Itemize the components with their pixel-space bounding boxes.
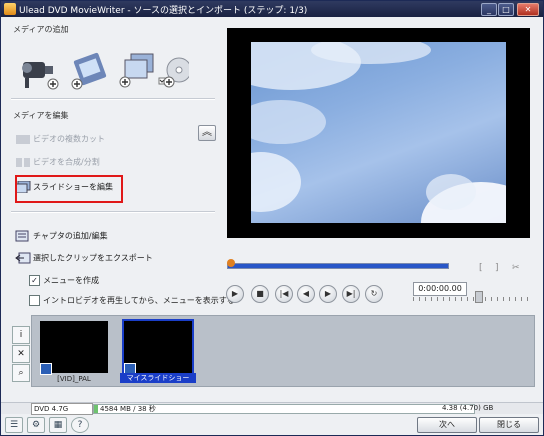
add-edit-chapter-task[interactable]: チャプタの追加/編集 — [15, 230, 108, 244]
play-icon[interactable]: ▶ — [226, 285, 244, 303]
media-edit-title: メディアを編集 — [13, 111, 69, 120]
preview-image — [251, 42, 506, 223]
export-clip-task[interactable]: 選択したクリップをエクスポート — [15, 252, 153, 266]
media-add-title: メディアの追加 — [13, 25, 69, 34]
merge-split-video-task: ビデオを合成/分割 — [15, 156, 100, 170]
bottom-toolbar: ☰ ⚙ ▦ ? 次へ 閉じる — [1, 414, 543, 435]
create-menu-checkbox[interactable]: ✓ メニューを作成 — [29, 275, 99, 286]
disc-add-icon[interactable] — [163, 57, 189, 88]
zoom-icon[interactable]: ⌕ — [12, 364, 30, 382]
video-merge-icon — [15, 156, 31, 168]
repeat-icon[interactable]: ↻ — [365, 285, 383, 303]
strip-side-toolbar: i ✕ ⌕ — [12, 326, 30, 382]
maximize-button[interactable]: □ — [498, 3, 514, 16]
jog-scale — [413, 297, 531, 301]
title-bar: Ulead DVD MovieWriter - ソースの選択とインポート (ステ… — [1, 1, 543, 17]
app-window: Ulead DVD MovieWriter - ソースの選択とインポート (ステ… — [0, 0, 544, 436]
jog-slider[interactable] — [475, 291, 483, 303]
capacity-fill — [94, 405, 98, 413]
highlight-box — [15, 175, 123, 203]
list-view-icon[interactable]: ☰ — [5, 417, 23, 433]
next-frame-icon[interactable]: ▶ — [319, 285, 337, 303]
chapter-icon — [15, 230, 31, 242]
disc-capacity-bar: DVD 4.7G 4584 MB / 38 秒 4.38 (4.70) GB — [1, 402, 543, 415]
go-start-icon[interactable]: |◀ — [275, 285, 293, 303]
capacity-total-text: 4.38 (4.70) GB — [442, 404, 494, 412]
clip-thumbnail[interactable]: [VID]_PAL — [36, 319, 112, 383]
multi-trim-video-task: ビデオの複数カット — [15, 133, 105, 147]
go-end-icon[interactable]: ▶| — [342, 285, 360, 303]
stop-icon[interactable]: ■ — [251, 285, 269, 303]
close-button[interactable]: 閉じる — [479, 417, 539, 433]
split-clip-icon[interactable]: ✂ — [512, 263, 520, 273]
mark-out-icon[interactable]: ] — [495, 263, 499, 273]
divider — [11, 98, 215, 100]
checkbox-unchecked-icon — [29, 295, 40, 306]
video-cut-icon — [15, 133, 31, 145]
media-clip-strip: [VID]_PAL マイスライドショー — [31, 315, 535, 387]
mark-in-icon[interactable]: [ — [479, 263, 483, 273]
slideshow-add-icon[interactable] — [119, 53, 166, 88]
capacity-used-text: 4584 MB / 38 秒 — [100, 405, 156, 413]
video-camera-icon[interactable] — [22, 62, 59, 90]
timecode-display[interactable]: 0:00:00.00 — [413, 282, 467, 296]
clip-thumbnail-selected[interactable]: マイスライドショー — [120, 319, 196, 383]
window-title: Ulead DVD MovieWriter - ソースの選択とインポート (ステ… — [19, 6, 308, 16]
intro-video-checkbox[interactable]: イントロビデオを再生してから、メニューを表示する — [29, 295, 235, 306]
export-icon — [15, 252, 31, 264]
settings-icon[interactable]: ⚙ — [27, 417, 45, 433]
close-window-button[interactable]: ✕ — [517, 3, 539, 16]
film-add-icon[interactable] — [71, 52, 107, 90]
info-icon[interactable]: i — [12, 326, 30, 344]
collapse-section-button[interactable]: ︽ — [198, 125, 216, 141]
clip-name: [VID]_PAL — [57, 375, 91, 383]
video-preview — [227, 28, 530, 238]
checkbox-checked-icon: ✓ — [29, 275, 40, 286]
previous-frame-icon[interactable]: ◀ — [297, 285, 315, 303]
media-add-toolbar — [22, 52, 189, 90]
minimize-button[interactable]: _ — [481, 3, 497, 16]
divider — [11, 211, 215, 213]
help-icon[interactable]: ? — [71, 417, 89, 433]
next-button[interactable]: 次へ — [417, 417, 477, 433]
scrub-handle[interactable] — [227, 259, 235, 267]
left-panel: メディアの追加 メディアを編集 ︽ ビデオの複数カット ビデオを合成/分割 スラ… — [5, 18, 235, 310]
project-settings-icon[interactable]: ▦ — [49, 417, 67, 433]
clip-name: マイスライドショー — [120, 373, 196, 383]
timeline-scrub-bar[interactable] — [227, 263, 449, 269]
app-logo-icon — [4, 3, 16, 15]
capacity-meter: 4584 MB / 38 秒 4.38 (4.70) GB — [93, 404, 493, 414]
delete-icon[interactable]: ✕ — [12, 345, 30, 363]
video-clip-icon — [40, 363, 52, 375]
